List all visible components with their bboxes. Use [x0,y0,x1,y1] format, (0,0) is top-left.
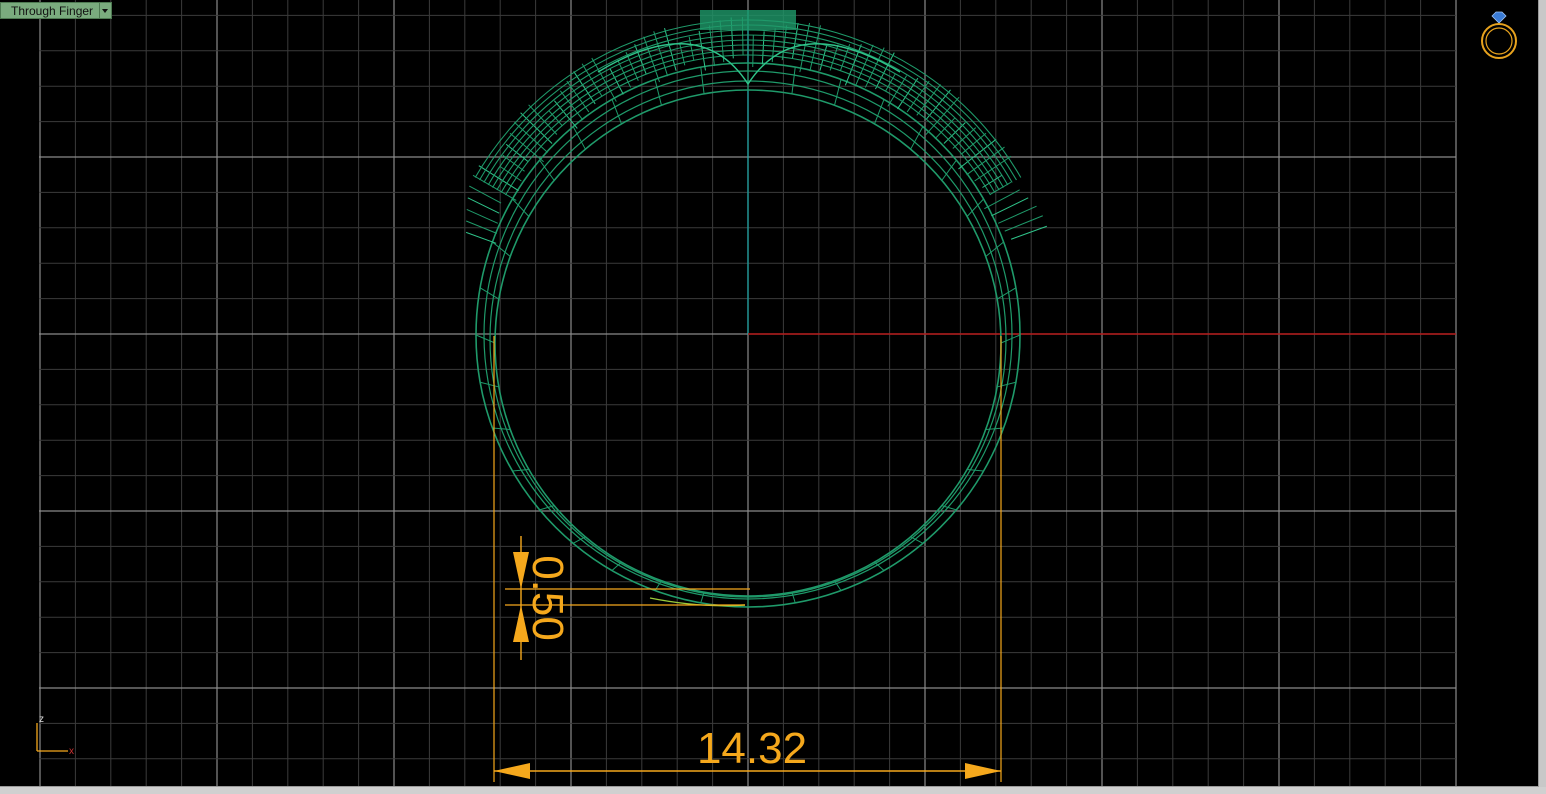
head-wire [761,31,765,65]
ring-segment-tick [475,334,496,344]
chevron-down-icon[interactable] [100,2,113,19]
viewport-canvas[interactable]: 14.32 0.50 z x [0,0,1538,786]
viewport-through-finger[interactable]: 14.32 0.50 z x Through Finger [0,0,1539,787]
ring-segment-tick [834,79,842,106]
ring-segment-tick [572,126,586,150]
head-wire [466,208,499,224]
ring-segment-tick [996,287,1017,300]
head-wire [864,47,885,88]
gem-shape [1491,11,1507,24]
head-wire [958,138,997,170]
ring-segment-tick [654,79,662,106]
head-wire [553,100,578,129]
ring-segment-tick [479,287,500,300]
ring-segment-tick [700,592,705,604]
bottom-border [0,787,1546,794]
head-wire [874,52,895,90]
width-arrow-left [494,763,530,779]
ring-band-inner [1485,27,1513,55]
ring-segment-tick [700,67,705,94]
crown-top [700,10,796,30]
ring-segment-tick [791,67,796,94]
viewport-title-label[interactable]: Through Finger [0,2,101,19]
ring-segment-tick [1000,334,1021,344]
ring-segment-tick [611,99,622,125]
head-wire [991,197,1029,217]
ring-segment-tick [874,99,885,125]
axis-indicator: z x [36,714,74,757]
ring-segment-tick [791,592,796,604]
ring-with-gem-icon[interactable] [1481,11,1517,59]
ring-band-outer [1481,23,1517,59]
head-wire [465,231,497,244]
axis-x-label: x [69,746,74,757]
width-dimension-label: 14.32 [697,724,807,773]
viewport-title-tab[interactable]: Through Finger [0,2,113,19]
axis-z-label: z [39,714,44,725]
head-wire [466,220,497,234]
ring-wireframe[interactable] [465,10,1047,608]
head-wire [925,89,951,120]
ring-segment-tick [910,126,924,150]
thickness-dimension-label: 0.50 [523,555,572,641]
